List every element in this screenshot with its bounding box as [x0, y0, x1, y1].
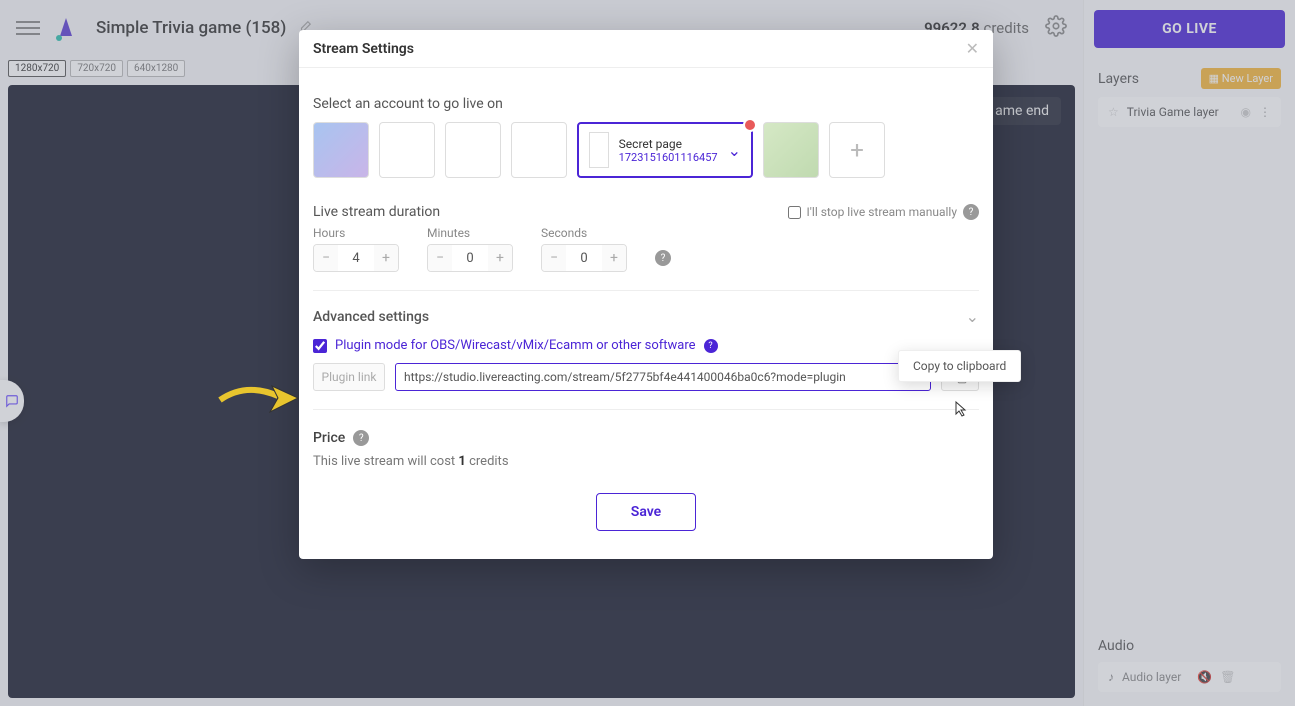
- hours-input[interactable]: [338, 251, 374, 266]
- plus-button[interactable]: +: [488, 245, 512, 271]
- hours-stepper[interactable]: − +: [313, 244, 399, 272]
- select-account-label: Select an account to go live on: [313, 96, 979, 112]
- plugin-mode-label: Plugin mode for OBS/Wirecast/vMix/Ecamm …: [335, 338, 696, 353]
- account-id: 1723151601116457: [619, 151, 718, 164]
- close-icon[interactable]: ✕: [966, 39, 979, 58]
- copy-tooltip: Copy to clipboard: [898, 350, 1021, 382]
- help-icon[interactable]: ?: [655, 250, 671, 266]
- seconds-label: Seconds: [541, 226, 627, 240]
- minutes-label: Minutes: [427, 226, 513, 240]
- save-button[interactable]: Save: [596, 493, 696, 531]
- chevron-down-icon[interactable]: ⌄: [728, 141, 741, 160]
- account-option[interactable]: [511, 122, 567, 178]
- minus-button[interactable]: −: [542, 245, 566, 271]
- account-name: Secret page: [619, 137, 718, 151]
- add-account-button[interactable]: +: [829, 122, 885, 178]
- account-selected[interactable]: Secret page 1723151601116457 ⌄: [577, 122, 753, 178]
- chevron-down-icon[interactable]: ⌄: [966, 307, 979, 326]
- plus-button[interactable]: +: [602, 245, 626, 271]
- annotation-arrow-icon: [216, 378, 306, 424]
- help-icon[interactable]: ?: [704, 339, 718, 353]
- help-icon[interactable]: ?: [963, 204, 979, 220]
- help-icon[interactable]: ?: [353, 430, 369, 446]
- manual-stop-checkbox[interactable]: I'll stop live stream manually ?: [788, 204, 979, 220]
- account-list: Secret page 1723151601116457 ⌄ +: [313, 122, 979, 178]
- seconds-input[interactable]: [566, 251, 602, 266]
- plugin-link-input[interactable]: [395, 363, 931, 391]
- stream-settings-modal: Stream Settings ✕ Select an account to g…: [299, 30, 993, 559]
- minutes-input[interactable]: [452, 251, 488, 266]
- notification-dot-icon: [743, 118, 757, 132]
- hours-label: Hours: [313, 226, 399, 240]
- account-option[interactable]: [379, 122, 435, 178]
- modal-title: Stream Settings: [313, 41, 414, 57]
- plus-button[interactable]: +: [374, 245, 398, 271]
- plugin-link-label: Plugin link: [313, 363, 385, 391]
- minus-button[interactable]: −: [428, 245, 452, 271]
- minutes-stepper[interactable]: − +: [427, 244, 513, 272]
- seconds-stepper[interactable]: − +: [541, 244, 627, 272]
- price-title: Price: [313, 430, 345, 446]
- advanced-title: Advanced settings: [313, 309, 429, 325]
- price-text: This live stream will cost 1 credits: [313, 454, 979, 469]
- account-thumb: [589, 132, 609, 168]
- minus-button[interactable]: −: [314, 245, 338, 271]
- account-option[interactable]: [763, 122, 819, 178]
- account-option[interactable]: [313, 122, 369, 178]
- cursor-icon: [954, 400, 968, 422]
- account-option[interactable]: [445, 122, 501, 178]
- duration-title: Live stream duration: [313, 204, 440, 220]
- plugin-mode-checkbox[interactable]: [313, 339, 327, 353]
